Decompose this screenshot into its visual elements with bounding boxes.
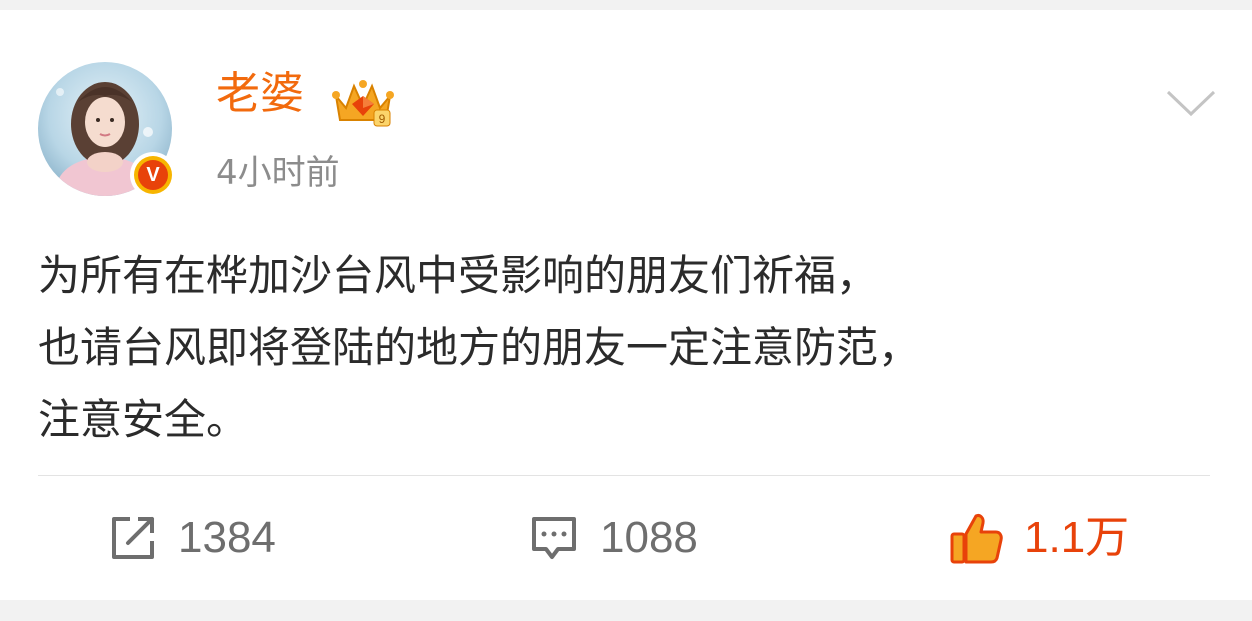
crown-icon[interactable]: 9: [330, 78, 396, 128]
post-content-line: 也请台风即将登陆的地方的朋友一定注意防范，: [38, 323, 921, 372]
share-icon: [112, 517, 154, 559]
post-content-line: 注意安全。: [38, 395, 249, 444]
comment-button[interactable]: 1088: [528, 508, 698, 568]
crown-level: 9: [379, 112, 386, 126]
verified-badge-letter: V: [138, 160, 168, 190]
thumbs-up-icon: [950, 514, 1003, 564]
post-timestamp: 4小时前: [216, 153, 340, 193]
divider: [38, 475, 1210, 476]
chevron-down-icon[interactable]: [1164, 82, 1218, 122]
comment-icon: [532, 517, 576, 559]
verified-badge-icon: V: [130, 152, 176, 198]
username[interactable]: 老婆: [216, 72, 304, 116]
repost-count: 1384: [178, 513, 276, 562]
comment-count: 1088: [600, 513, 698, 562]
post-content-line: 为所有在桦加沙台风中受影响的朋友们祈福，: [38, 251, 879, 300]
like-count: 1.1万: [1024, 513, 1130, 562]
repost-button[interactable]: 1384: [108, 508, 276, 568]
weibo-post-card: V 老婆 9 4小时前 为所有在桦加沙台风中受影响的朋友们祈福， 也请台风即将登…: [0, 10, 1252, 600]
like-button[interactable]: 1.1万: [948, 508, 1129, 568]
post-content: 为所有在桦加沙台风中受影响的朋友们祈福， 也请台风即将登陆的地方的朋友一定注意防…: [38, 240, 1218, 456]
